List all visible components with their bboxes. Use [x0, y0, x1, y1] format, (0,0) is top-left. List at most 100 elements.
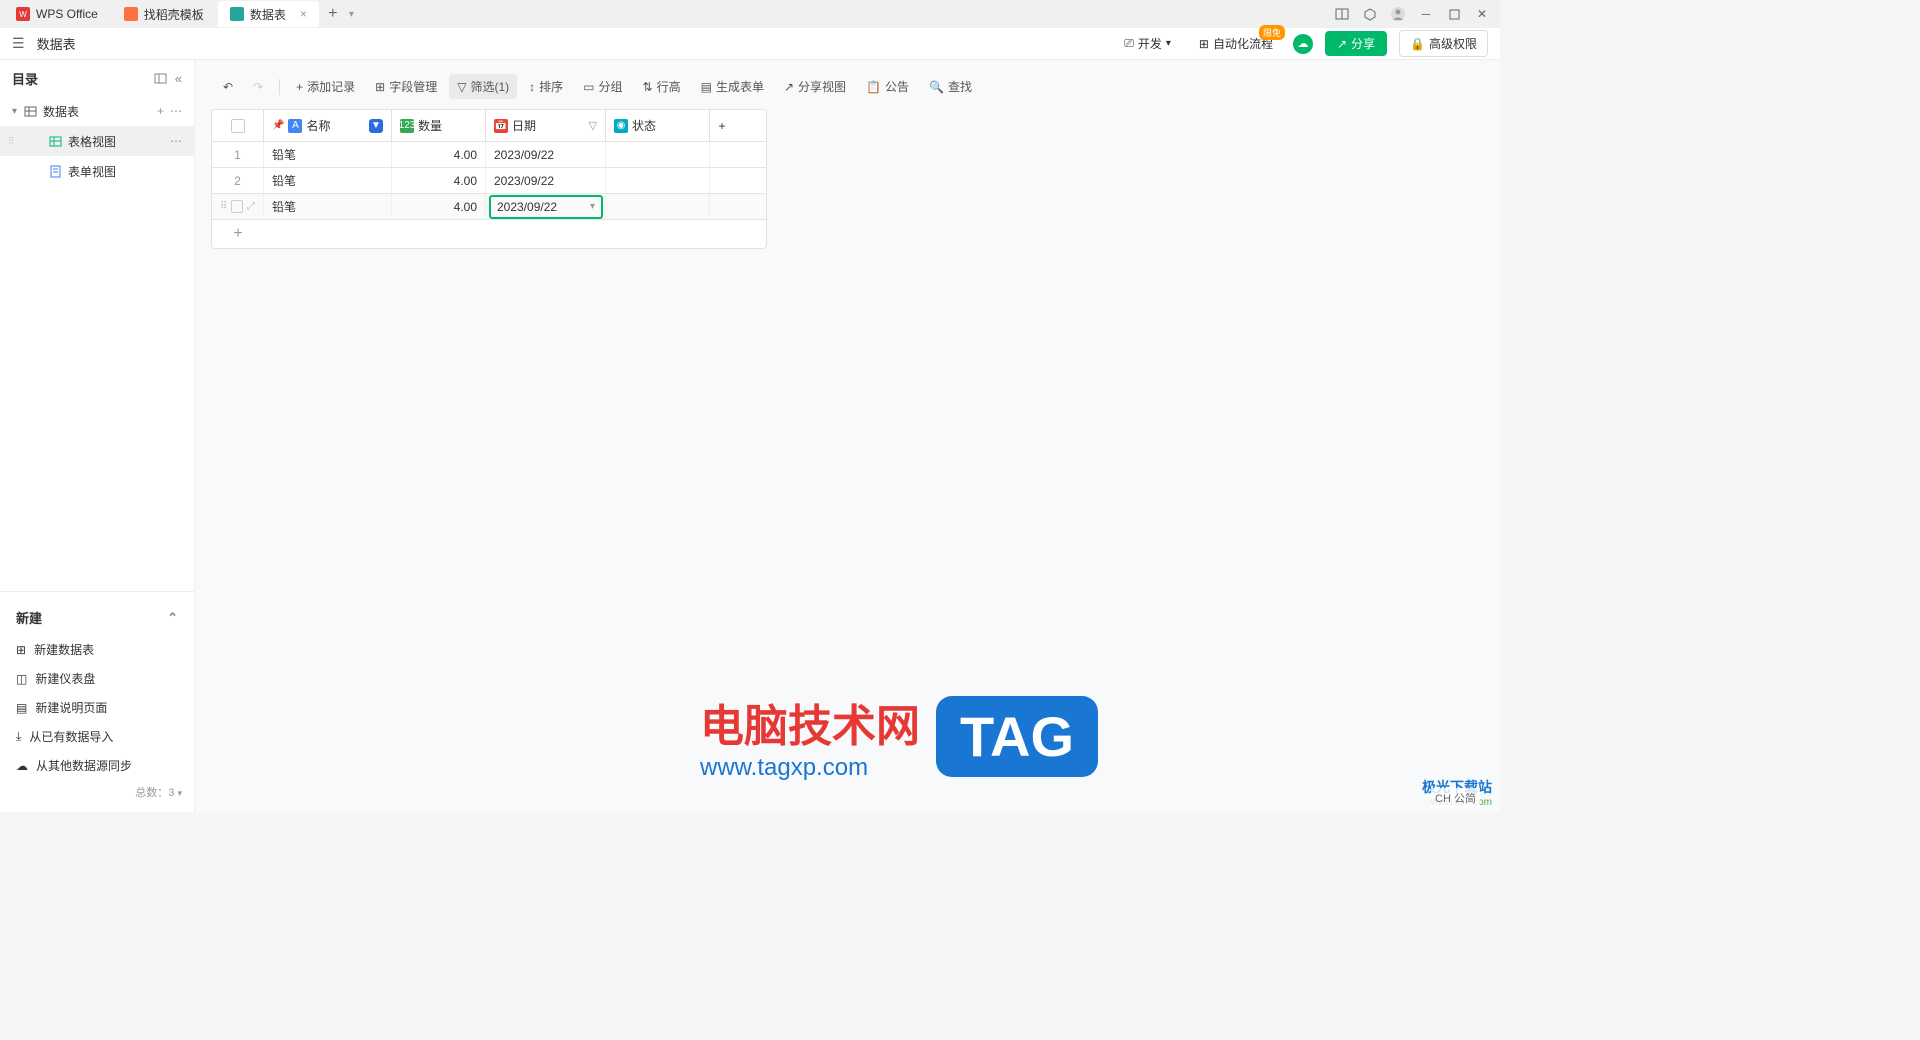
- row-index: 1: [212, 142, 264, 167]
- search-icon: 🔍: [929, 80, 944, 94]
- col-status[interactable]: ◉ 状态: [606, 110, 710, 141]
- cell-date-active[interactable]: 2023/09/22 ▾: [486, 194, 606, 219]
- sidebar-panel-icon[interactable]: [154, 72, 167, 85]
- form-view-icon: [48, 164, 62, 178]
- collapse-icon[interactable]: «: [175, 71, 182, 86]
- drag-handle-icon[interactable]: ⠿: [220, 201, 227, 212]
- cell-date[interactable]: 2023/09/22: [486, 142, 606, 167]
- new-dashboard[interactable]: ◫新建仪表盘: [0, 664, 194, 693]
- lock-icon: 🔒: [1410, 37, 1425, 51]
- doc-icon: ▤: [16, 701, 27, 715]
- share-view-button[interactable]: ↗分享视图: [776, 74, 854, 99]
- gen-form-button[interactable]: ▤生成表单: [693, 74, 772, 99]
- field-manage-button[interactable]: ⊞字段管理: [367, 74, 445, 99]
- sort-icon: ↕: [529, 80, 535, 94]
- row-index: 2: [212, 168, 264, 193]
- group-button[interactable]: ▭分组: [575, 74, 630, 99]
- search-button[interactable]: 🔍查找: [921, 74, 980, 99]
- new-doc-page[interactable]: ▤新建说明页面: [0, 693, 194, 722]
- table-row[interactable]: ⠿ ⤢ 铅笔 4.00 2023/09/22 ▾: [212, 194, 766, 220]
- checkbox-icon[interactable]: [231, 119, 245, 133]
- tree-view-form[interactable]: 表单视图: [0, 156, 194, 186]
- more-icon[interactable]: ⋯: [170, 134, 182, 148]
- import-icon: ⤓: [16, 729, 21, 744]
- cell-status[interactable]: [606, 194, 710, 219]
- new-tab-button[interactable]: +: [321, 2, 345, 26]
- share-button[interactable]: ↗ 分享: [1325, 31, 1387, 56]
- cloud-icon: ☁: [16, 759, 28, 773]
- row-height-button[interactable]: ⇅行高: [635, 74, 689, 99]
- cell-qty[interactable]: 4.00: [392, 142, 486, 167]
- table-row[interactable]: 2 铅笔 4.00 2023/09/22: [212, 168, 766, 194]
- more-icon[interactable]: ⋯: [170, 104, 182, 118]
- chevron-down-icon: ▾: [1166, 38, 1171, 49]
- tree-view-grid[interactable]: ⠿ 表格视图 ⋯: [0, 126, 194, 156]
- filter-active-icon[interactable]: ▼: [369, 119, 383, 133]
- chevron-down-icon[interactable]: ▾: [349, 9, 354, 20]
- redo-button[interactable]: ↷: [245, 76, 271, 98]
- filter-icon[interactable]: ▽: [589, 119, 597, 132]
- row-count: 总数：3 ▾: [0, 780, 194, 804]
- close-button[interactable]: ✕: [1468, 0, 1496, 28]
- cell-name[interactable]: 铅笔: [264, 168, 392, 193]
- text-type-icon: A: [288, 119, 302, 133]
- automation-menu[interactable]: ⊞ 自动化流程 限免: [1191, 31, 1281, 56]
- col-date[interactable]: 📅 日期 ▽: [486, 110, 606, 141]
- dev-menu[interactable]: ⎚ 开发 ▾: [1116, 31, 1179, 56]
- tab-label: 找稻壳模板: [144, 6, 204, 23]
- col-quantity[interactable]: 123 数量: [392, 110, 486, 141]
- expand-icon[interactable]: ⤢: [247, 201, 255, 212]
- panel-icon[interactable]: [1328, 0, 1356, 28]
- watermark-url: www.tagxp.com: [700, 754, 920, 782]
- svg-text:W: W: [19, 10, 27, 19]
- sort-button[interactable]: ↕排序: [521, 74, 571, 99]
- tab-datasheet[interactable]: 数据表 ×: [218, 1, 319, 27]
- col-name[interactable]: 📌 A 名称 ▼: [264, 110, 392, 141]
- tab-wps-office[interactable]: W WPS Office: [4, 1, 110, 27]
- watermark-tag: TAG: [936, 696, 1098, 777]
- select-all-header[interactable]: [212, 110, 264, 141]
- add-row-button[interactable]: +: [212, 220, 264, 248]
- cube-icon[interactable]: [1356, 0, 1384, 28]
- cell-status[interactable]: [606, 168, 710, 193]
- status-type-icon: ◉: [614, 119, 628, 133]
- number-type-icon: 123: [400, 119, 414, 133]
- drag-handle-icon[interactable]: ⠿: [8, 136, 15, 147]
- hamburger-icon[interactable]: ☰: [12, 35, 25, 52]
- add-column-button[interactable]: +: [710, 110, 734, 141]
- permission-button[interactable]: 🔒 高级权限: [1399, 30, 1488, 57]
- avatar-icon[interactable]: [1384, 0, 1412, 28]
- data-table: 📌 A 名称 ▼ 123 数量 📅 日期 ▽ ◉ 状态: [211, 109, 767, 249]
- new-datasheet[interactable]: ⊞新建数据表: [0, 635, 194, 664]
- tab-template[interactable]: 找稻壳模板: [112, 1, 216, 27]
- undo-button[interactable]: ↶: [215, 76, 241, 98]
- tree-root[interactable]: ▾ 数据表 + ⋯: [0, 96, 194, 126]
- dashboard-icon: ◫: [16, 672, 27, 686]
- share-icon: ↗: [784, 80, 794, 94]
- bot-icon: ⊞: [1199, 37, 1209, 51]
- close-icon[interactable]: ×: [300, 7, 307, 21]
- plus-icon: +: [296, 80, 303, 94]
- announce-button[interactable]: 📋公告: [858, 74, 917, 99]
- add-icon[interactable]: +: [157, 104, 164, 118]
- tab-label: 数据表: [250, 6, 286, 23]
- cell-name[interactable]: 铅笔: [264, 142, 392, 167]
- filter-button[interactable]: ▽筛选(1): [449, 74, 517, 99]
- chevron-down-icon[interactable]: ▾: [177, 788, 182, 798]
- maximize-button[interactable]: [1440, 0, 1468, 28]
- row-checkbox[interactable]: [231, 200, 243, 213]
- table-row[interactable]: 1 铅笔 4.00 2023/09/22: [212, 142, 766, 168]
- cell-name[interactable]: 铅笔: [264, 194, 392, 219]
- new-section-header[interactable]: 新建 ⌃: [0, 600, 194, 635]
- import-data[interactable]: ⤓从已有数据导入: [0, 722, 194, 751]
- sync-data[interactable]: ☁从其他数据源同步: [0, 751, 194, 780]
- cell-qty[interactable]: 4.00: [392, 168, 486, 193]
- toolbar: ↶ ↷ +添加记录 ⊞字段管理 ▽筛选(1) ↕排序 ▭分组 ⇅行高 ▤生成表单…: [203, 68, 1492, 105]
- cell-date[interactable]: 2023/09/22: [486, 168, 606, 193]
- cell-status[interactable]: [606, 142, 710, 167]
- add-record-button[interactable]: +添加记录: [288, 74, 363, 99]
- chevron-down-icon[interactable]: ▾: [590, 201, 595, 212]
- cloud-sync-icon[interactable]: ☁: [1293, 34, 1313, 54]
- cell-qty[interactable]: 4.00: [392, 194, 486, 219]
- minimize-button[interactable]: ─: [1412, 0, 1440, 28]
